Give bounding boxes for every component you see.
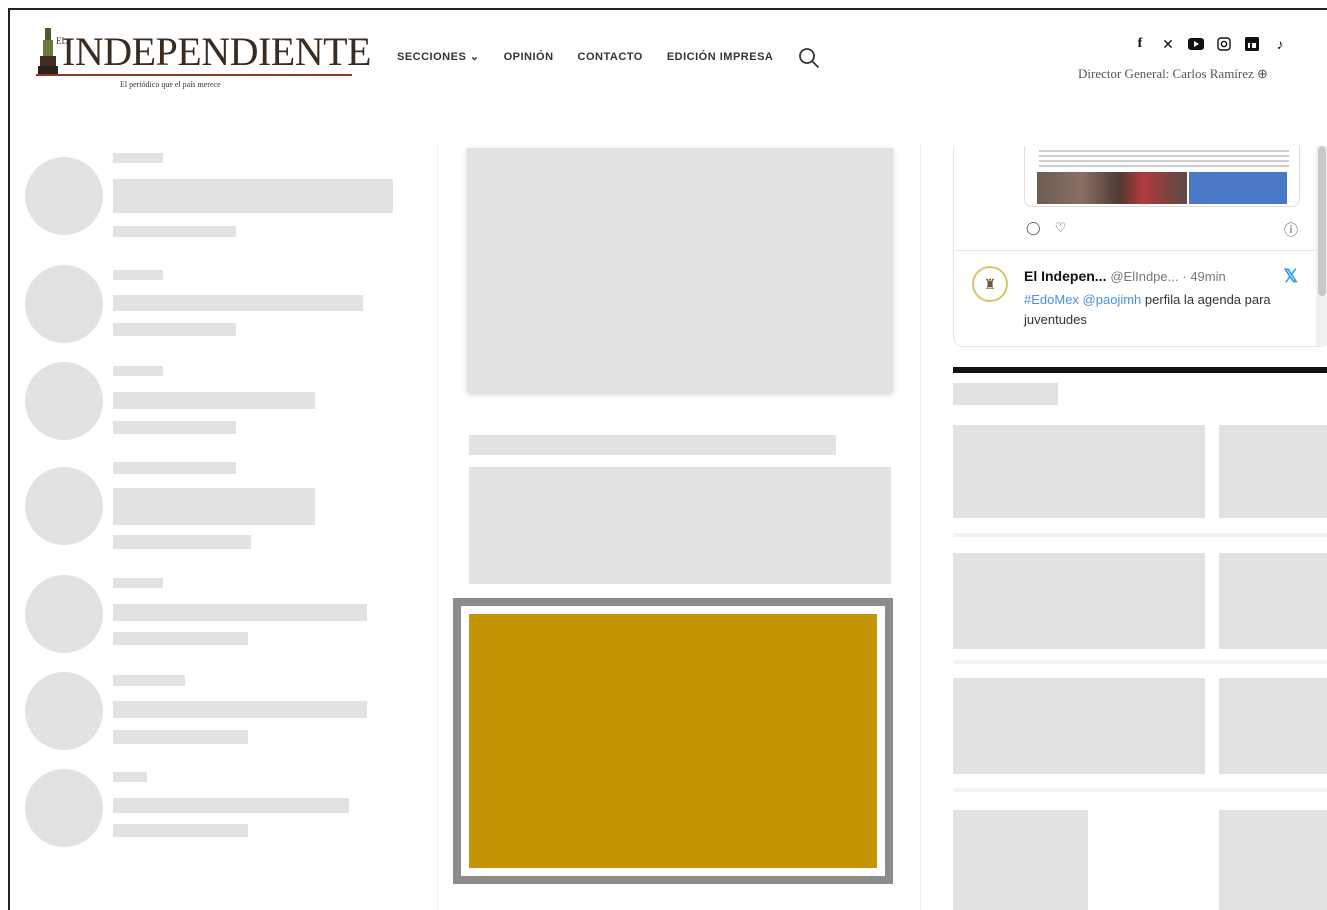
grid-divider bbox=[953, 788, 1327, 792]
grid-card[interactable] bbox=[1219, 810, 1327, 910]
youtube-icon[interactable] bbox=[1188, 36, 1204, 52]
list-item-thumb bbox=[25, 362, 103, 440]
social-links: f ✕ ♪ bbox=[1132, 36, 1288, 53]
info-icon[interactable]: ⓘ bbox=[1284, 220, 1298, 240]
tweet-separator bbox=[954, 250, 1327, 251]
list-item-sub bbox=[113, 226, 236, 237]
tweet-avatar[interactable]: ♜ bbox=[972, 266, 1008, 302]
list-item-title[interactable] bbox=[113, 798, 349, 813]
site-logo[interactable]: EL INDEPENDIENTE El periódico que el paí… bbox=[36, 22, 372, 94]
like-icon[interactable]: ♡ bbox=[1055, 220, 1067, 236]
linkedin-icon[interactable] bbox=[1244, 36, 1260, 52]
list-item-sub bbox=[113, 421, 236, 434]
tweet-media-text bbox=[1039, 150, 1289, 168]
logo-wordmark: INDEPENDIENTE bbox=[62, 29, 372, 74]
facebook-icon[interactable]: f bbox=[1132, 36, 1148, 52]
list-item-thumb bbox=[25, 157, 103, 235]
twitter-embed[interactable]: ◯ ♡ ⓘ ♜ El Indepen... @ElIndpe... · 49mi… bbox=[953, 146, 1327, 347]
section-heading-placeholder bbox=[953, 383, 1058, 405]
list-item-meta bbox=[113, 772, 147, 782]
tweet-author-handle[interactable]: @ElIndpe... bbox=[1110, 269, 1178, 284]
grid-divider bbox=[953, 533, 1327, 537]
x-icon[interactable]: ✕ bbox=[1160, 36, 1176, 52]
director-credit: Director General: Carlos Ramírez ⊕ bbox=[1078, 66, 1268, 81]
grid-card[interactable] bbox=[953, 425, 1205, 518]
list-item-title[interactable] bbox=[113, 488, 315, 525]
list-item-title[interactable] bbox=[113, 295, 363, 311]
grid-card[interactable] bbox=[953, 553, 1205, 649]
statue-icon bbox=[38, 28, 58, 74]
list-item-sub bbox=[113, 323, 236, 336]
tweet-time[interactable]: · 49min bbox=[1182, 269, 1225, 284]
grid-card[interactable] bbox=[1219, 678, 1327, 774]
grid-card[interactable] bbox=[953, 810, 1088, 910]
nav-secciones[interactable]: SECCIONES ⌄ bbox=[397, 50, 480, 63]
column-divider bbox=[437, 145, 438, 910]
tweet-author-name[interactable]: El Indepen... bbox=[1024, 268, 1106, 284]
tweet-mention[interactable]: @paojimh bbox=[1083, 292, 1142, 307]
grid-card[interactable] bbox=[953, 678, 1205, 774]
nav-edicion-impresa[interactable]: EDICIÓN IMPRESA bbox=[667, 51, 774, 63]
instagram-icon[interactable] bbox=[1216, 36, 1232, 52]
list-item-thumb bbox=[25, 672, 103, 750]
featured-image-placeholder[interactable] bbox=[467, 148, 893, 392]
list-item-meta bbox=[113, 153, 163, 163]
column-divider bbox=[920, 145, 921, 910]
twitter-scrollbar-thumb[interactable] bbox=[1318, 146, 1326, 296]
section-rule bbox=[953, 367, 1327, 373]
tweet-header: El Indepen... @ElIndpe... · 49min bbox=[1024, 268, 1226, 284]
main-nav: SECCIONES ⌄ OPINIÓN CONTACTO EDICIÓN IMP… bbox=[397, 50, 774, 64]
list-item-thumb bbox=[25, 467, 103, 545]
twitter-scrollbar[interactable] bbox=[1316, 146, 1327, 346]
list-item-meta bbox=[113, 675, 185, 686]
grid-divider bbox=[953, 660, 1327, 664]
list-item-thumb bbox=[25, 575, 103, 653]
ad-banner[interactable] bbox=[453, 598, 893, 884]
tweet-hashtag[interactable]: #EdoMex bbox=[1024, 292, 1079, 307]
nav-contacto[interactable]: CONTACTO bbox=[578, 51, 643, 63]
grid-card[interactable] bbox=[1219, 553, 1327, 649]
tiktok-icon[interactable]: ♪ bbox=[1272, 36, 1288, 52]
reply-icon[interactable]: ◯ bbox=[1026, 220, 1041, 236]
tweet-media-banner bbox=[1189, 172, 1287, 204]
list-item-thumb bbox=[25, 769, 103, 847]
tweet-media-card[interactable] bbox=[1024, 146, 1300, 207]
list-item-meta bbox=[113, 462, 236, 474]
tweet-text: #EdoMex @paojimh perfila la agenda para … bbox=[1024, 290, 1294, 330]
logo-tagline: El periódico que el país merece bbox=[120, 80, 221, 89]
tweet-media-photo bbox=[1037, 172, 1187, 204]
tweet-actions: ◯ ♡ bbox=[1026, 220, 1066, 236]
list-item-sub bbox=[113, 632, 248, 645]
featured-summary-placeholder bbox=[469, 467, 891, 584]
list-item-meta bbox=[113, 270, 163, 280]
list-item-thumb bbox=[25, 265, 103, 343]
ad-banner-fill bbox=[469, 614, 877, 868]
x-logo-icon[interactable]: 𝕏 bbox=[1283, 266, 1298, 287]
featured-title-placeholder[interactable] bbox=[469, 435, 836, 455]
list-item-title[interactable] bbox=[113, 392, 315, 409]
list-item-sub bbox=[113, 824, 248, 837]
list-item-title[interactable] bbox=[113, 179, 393, 213]
list-item-sub bbox=[113, 730, 248, 744]
grid-card[interactable] bbox=[1219, 425, 1327, 518]
nav-opinion[interactable]: OPINIÓN bbox=[504, 51, 554, 63]
list-item-meta bbox=[113, 366, 163, 376]
search-icon[interactable] bbox=[797, 46, 821, 70]
logo-underline bbox=[36, 74, 352, 76]
list-item-meta bbox=[113, 578, 163, 588]
list-item-title[interactable] bbox=[113, 701, 367, 718]
list-item-sub bbox=[113, 535, 251, 549]
list-item-title[interactable] bbox=[113, 604, 367, 621]
